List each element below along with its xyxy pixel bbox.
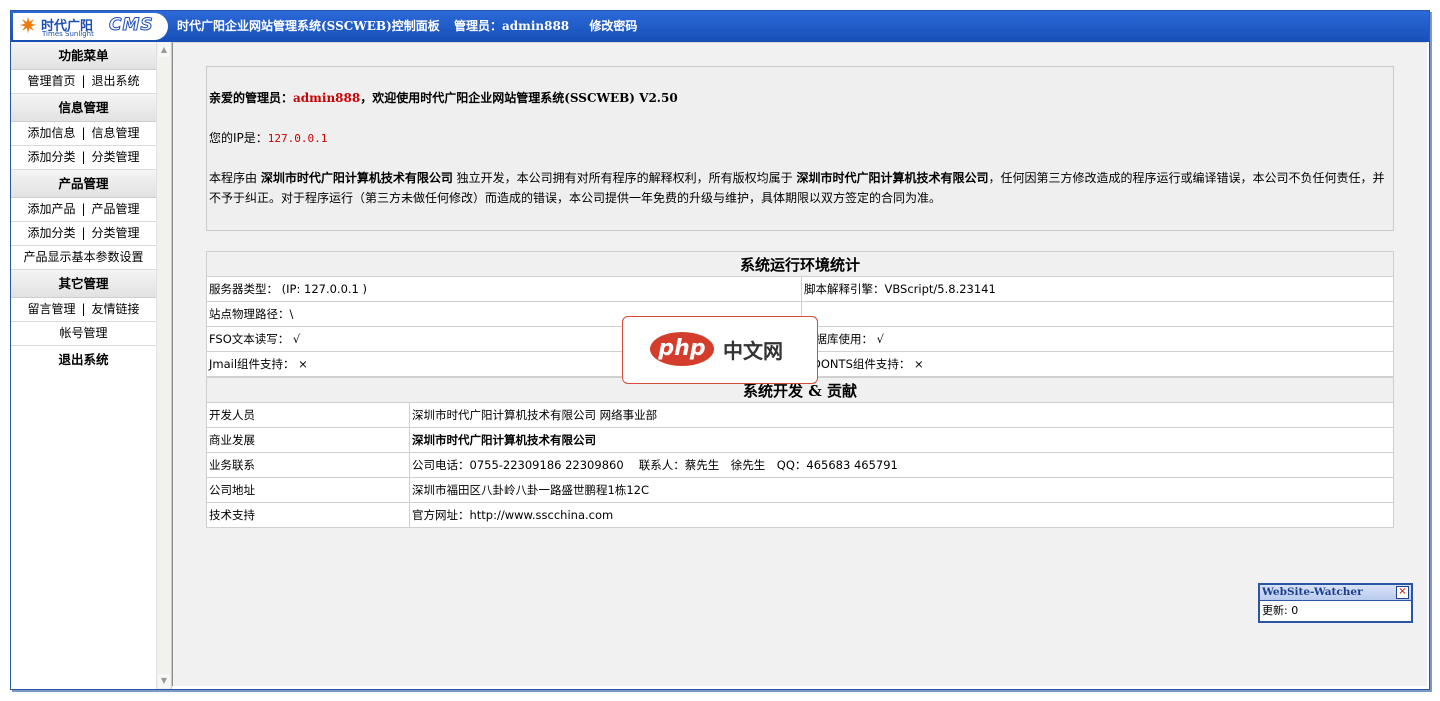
sidebar-item-product-category-manage[interactable]: 分类管理 bbox=[92, 226, 140, 240]
menu-row-info: 添加信息 | 信息管理 bbox=[11, 122, 156, 146]
ip-value: 127.0.0.1 bbox=[267, 132, 328, 145]
welcome-greeting: 亲爱的管理员：admin888，欢迎使用时代广阳企业网站管理系统(SSCWEB)… bbox=[209, 88, 678, 108]
menu-row-info-category: 添加分类 | 分类管理 bbox=[11, 146, 156, 170]
menu-title: 功能菜单 bbox=[11, 42, 156, 70]
admin-name: admin888 bbox=[501, 19, 570, 33]
welcome-panel: 亲爱的管理员：admin888，欢迎使用时代广阳企业网站管理系统(SSCWEB)… bbox=[206, 66, 1394, 231]
sidebar-item-account-manage[interactable]: 帐号管理 bbox=[59, 326, 107, 340]
ip-label: 您的IP是： bbox=[209, 131, 268, 145]
menu-row-home: 管理首页 | 退出系统 bbox=[11, 70, 156, 94]
dev-label: 开发人员 bbox=[206, 402, 410, 428]
sun-icon: ✷ bbox=[18, 14, 38, 39]
notice-company-2: 深圳市时代广阳计算机技术有限公司 bbox=[796, 171, 989, 185]
system-title: 时代广阳企业网站管理系统(SSCWEB)控制面板 bbox=[177, 19, 440, 33]
copyright-notice: 本程序由 深圳市时代广阳计算机技术有限公司 独立开发，本公司拥有对所有程序的解释… bbox=[209, 168, 1389, 208]
logo-en-text: Times Sunlight bbox=[42, 30, 94, 38]
dev-label: 商业发展 bbox=[206, 427, 410, 453]
admin-label: 管理员： bbox=[453, 19, 502, 33]
greeting-prefix: 亲爱的管理员： bbox=[209, 91, 294, 105]
other-section-title: 其它管理 bbox=[11, 270, 156, 298]
dev-credits-table: 系统开发 & 贡献 开发人员 深圳市时代广阳计算机技术有限公司 网络事业部 商业… bbox=[206, 377, 1394, 528]
server-type: 服务器类型： (IP: 127.0.0.1 ) bbox=[206, 276, 802, 302]
info-section-title: 信息管理 bbox=[11, 94, 156, 122]
logo: ✷ 时代广阳 Times Sunlight CMS bbox=[13, 13, 168, 40]
header-bar: ✷ 时代广阳 Times Sunlight CMS 时代广阳企业网站管理系统(S… bbox=[11, 11, 1429, 42]
sidebar-item-logout-system[interactable]: 退出系统 bbox=[11, 346, 156, 373]
sidebar-item-add-info-category[interactable]: 添加分类 bbox=[27, 150, 75, 164]
dev-value: 深圳市时代广阳计算机技术有限公司 bbox=[409, 427, 1394, 453]
separator: | bbox=[81, 226, 86, 240]
sidebar: 功能菜单 管理首页 | 退出系统 信息管理 添加信息 | 信息管理 添加分类 | 分类管理 … bbox=[11, 42, 157, 689]
php-logo: php bbox=[650, 332, 714, 366]
notice-company-1: 深圳市时代广阳计算机技术有限公司 bbox=[260, 171, 453, 185]
sidebar-item-product-params[interactable]: 产品显示基本参数设置 bbox=[23, 250, 143, 264]
menu-row-other: 留言管理 | 友情链接 bbox=[11, 298, 156, 322]
greeting-suffix: ，欢迎使用时代广阳企业网站管理系统(SSCWEB) V2.50 bbox=[360, 91, 678, 105]
sidebar-scrollbar[interactable]: ▲ ▼ bbox=[156, 42, 172, 689]
logo-cms-text: CMS bbox=[109, 15, 154, 36]
menu-row-account: 帐号管理 bbox=[11, 322, 156, 346]
menu-row-product-category: 添加分类 | 分类管理 bbox=[11, 222, 156, 246]
empty-cell bbox=[801, 301, 1394, 327]
menu-row-product: 添加产品 | 产品管理 bbox=[11, 198, 156, 222]
close-icon[interactable]: × bbox=[1396, 586, 1409, 599]
sidebar-item-logout[interactable]: 退出系统 bbox=[92, 74, 140, 88]
notice-part-1: 本程序由 bbox=[209, 171, 261, 185]
separator: | bbox=[81, 202, 86, 216]
sidebar-item-add-product-category[interactable]: 添加分类 bbox=[27, 226, 75, 240]
scroll-up-arrow-icon[interactable]: ▲ bbox=[158, 43, 170, 57]
separator: | bbox=[81, 150, 86, 164]
sidebar-item-info-category-manage[interactable]: 分类管理 bbox=[92, 150, 140, 164]
watcher-title: WebSite-Watcher bbox=[1260, 585, 1411, 600]
separator: | bbox=[81, 302, 86, 316]
dev-value: 深圳市时代广阳计算机技术有限公司 网络事业部 bbox=[409, 402, 1394, 428]
database-support: 数据库使用： √ bbox=[801, 326, 1394, 352]
notice-part-2: 独立开发，本公司拥有对所有程序的解释权利，所有版权均属于 bbox=[452, 171, 797, 185]
dev-value: 公司电话：0755-22309186 22309860 联系人：蔡先生 徐先生 … bbox=[409, 452, 1394, 478]
dev-value: 官方网址：http://www.sscchina.com bbox=[409, 502, 1394, 528]
watcher-update: 更新: 0 bbox=[1260, 600, 1411, 620]
dev-value: 深圳市福田区八卦岭八卦一路盛世鹏程1栋12C bbox=[409, 477, 1394, 503]
dev-label: 技术支持 bbox=[206, 502, 410, 528]
change-password-link[interactable]: 修改密码 bbox=[589, 19, 637, 33]
sidebar-item-friend-links[interactable]: 友情链接 bbox=[92, 302, 140, 316]
menu-row-product-params: 产品显示基本参数设置 bbox=[11, 246, 156, 270]
sidebar-item-product-manage[interactable]: 产品管理 bbox=[92, 202, 140, 216]
php-watermark: php 中文网 bbox=[622, 316, 818, 384]
sidebar-item-add-info[interactable]: 添加信息 bbox=[27, 126, 75, 140]
sidebar-item-home[interactable]: 管理首页 bbox=[27, 74, 75, 88]
sidebar-item-info-manage[interactable]: 信息管理 bbox=[92, 126, 140, 140]
product-section-title: 产品管理 bbox=[11, 170, 156, 198]
separator: | bbox=[81, 74, 86, 88]
env-title: 系统运行环境统计 bbox=[206, 251, 1394, 277]
greeting-admin-name: admin888 bbox=[293, 91, 361, 105]
dev-label: 业务联系 bbox=[206, 452, 410, 478]
scroll-down-arrow-icon[interactable]: ▼ bbox=[158, 674, 170, 688]
separator: | bbox=[81, 126, 86, 140]
dev-label: 公司地址 bbox=[206, 477, 410, 503]
script-engine: 脚本解释引擎：VBScript/5.8.23141 bbox=[801, 276, 1394, 302]
header-title: 时代广阳企业网站管理系统(SSCWEB)控制面板 管理员：admin888 修改… bbox=[177, 11, 647, 42]
sidebar-item-guestbook[interactable]: 留言管理 bbox=[27, 302, 75, 316]
cdonts-support: CDONTS组件支持： × bbox=[801, 351, 1394, 377]
website-watcher-box: WebSite-Watcher × 更新: 0 bbox=[1258, 583, 1413, 623]
watermark-text: 中文网 bbox=[723, 339, 783, 363]
ip-line: 您的IP是：127.0.0.1 bbox=[209, 128, 327, 149]
sidebar-item-add-product[interactable]: 添加产品 bbox=[27, 202, 75, 216]
